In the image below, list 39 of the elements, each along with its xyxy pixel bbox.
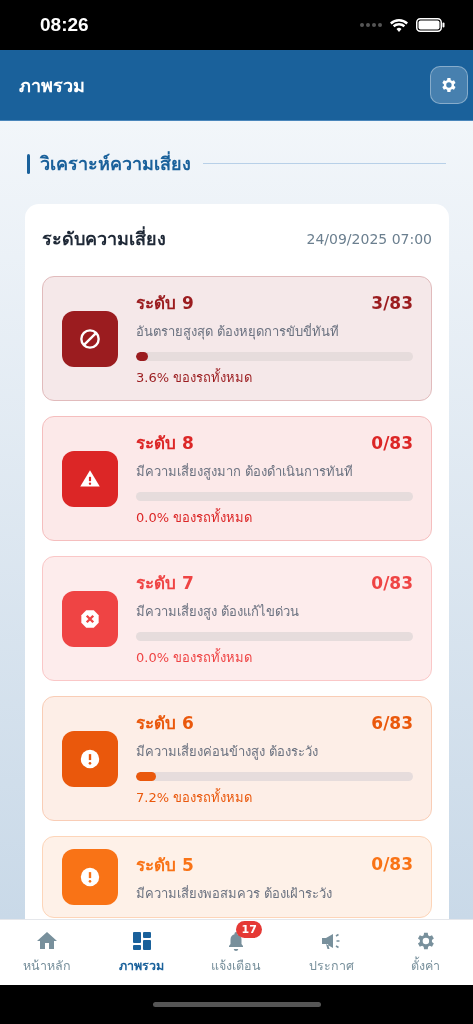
- notification-badge: 17: [236, 921, 262, 938]
- level-description: มีความเสี่ยงสูง ต้องแก้ไขด่วน: [136, 602, 301, 622]
- wifi-icon: [390, 18, 408, 32]
- risk-level-card[interactable]: ระดับ 7 0/83 มีความเสี่ยงสูง ต้องแก้ไขด่วน 0.0% ของรถทั้งหมด: [42, 556, 432, 681]
- level-title: ระดับ 6: [136, 712, 194, 735]
- clock-time: 08:26: [40, 14, 90, 36]
- percent-label: 0.0% ของรถทั้งหมด: [136, 647, 254, 667]
- tab-bar-item[interactable]: ประกาศ: [283, 920, 379, 985]
- risk-level-card[interactable]: ระดับ 8 0/83 มีความเสี่ยงสูงมาก ต้องดำเนินการทันที 0.0% ของรถทั้งหมด: [42, 416, 432, 541]
- level-title: ระดับ 9: [136, 292, 194, 315]
- settings-button[interactable]: [430, 66, 468, 104]
- risk-level-card[interactable]: ระดับ 9 3/83 อันตรายสูงสุด ต้องหยุดการขับขี่ทันที 3.6% ของรถทั้งหมด: [42, 276, 432, 401]
- level-description: มีความเสี่ยงสูงมาก ต้องดำเนินการทันที: [136, 462, 355, 482]
- signal-icon: [360, 23, 382, 27]
- level-description: มีความเสี่ยงค่อนข้างสูง ต้องระวัง: [136, 742, 320, 762]
- section-title: วิเคราะห์ความเสี่ยง: [40, 150, 191, 176]
- level-description: อันตรายสูงสุด ต้องหยุดการขับขี่ทันที: [136, 322, 341, 342]
- level-title: ระดับ 5: [136, 853, 194, 877]
- level-title: ระดับ 7: [136, 572, 194, 595]
- tab-bar-item[interactable]: หน้าหลัก: [0, 920, 95, 985]
- vehicle-count: 6/83: [371, 712, 413, 733]
- tab-bar-item[interactable]: 17 แจ้งเตือน: [189, 920, 284, 985]
- level-title: ระดับ 8: [136, 432, 194, 455]
- battery-icon: [416, 18, 445, 32]
- risk-level-card[interactable]: ระดับ 5 0/83 มีความเสี่ยงพอสมควร ต้องเฝ้าระวัง: [42, 836, 432, 918]
- vehicle-count: 0/83: [371, 854, 413, 874]
- page-title: ภาพรวม: [19, 73, 86, 98]
- percent-label: 0.0% ของรถทั้งหมด: [136, 507, 254, 527]
- tab-bar-item[interactable]: ตั้งค่า: [378, 920, 473, 985]
- timestamp: 24/09/2025 07:00: [306, 230, 432, 247]
- vehicle-count: 0/83: [371, 432, 413, 453]
- risk-level-card[interactable]: ระดับ 6 6/83 มีความเสี่ยงค่อนข้างสูง ต้องระวัง 7.2% ของรถทั้งหมด: [42, 696, 432, 821]
- vehicle-count: 0/83: [371, 572, 413, 593]
- percent-label: 3.6% ของรถทั้งหมด: [136, 367, 254, 387]
- panel-title: ระดับความเสี่ยง: [42, 225, 166, 251]
- percent-label: 7.2% ของรถทั้งหมด: [136, 787, 254, 807]
- level-description: มีความเสี่ยงพอสมควร ต้องเฝ้าระวัง: [136, 884, 334, 903]
- vehicle-count: 3/83: [371, 292, 413, 313]
- tab-bar-item[interactable]: ภาพรวม: [94, 920, 190, 985]
